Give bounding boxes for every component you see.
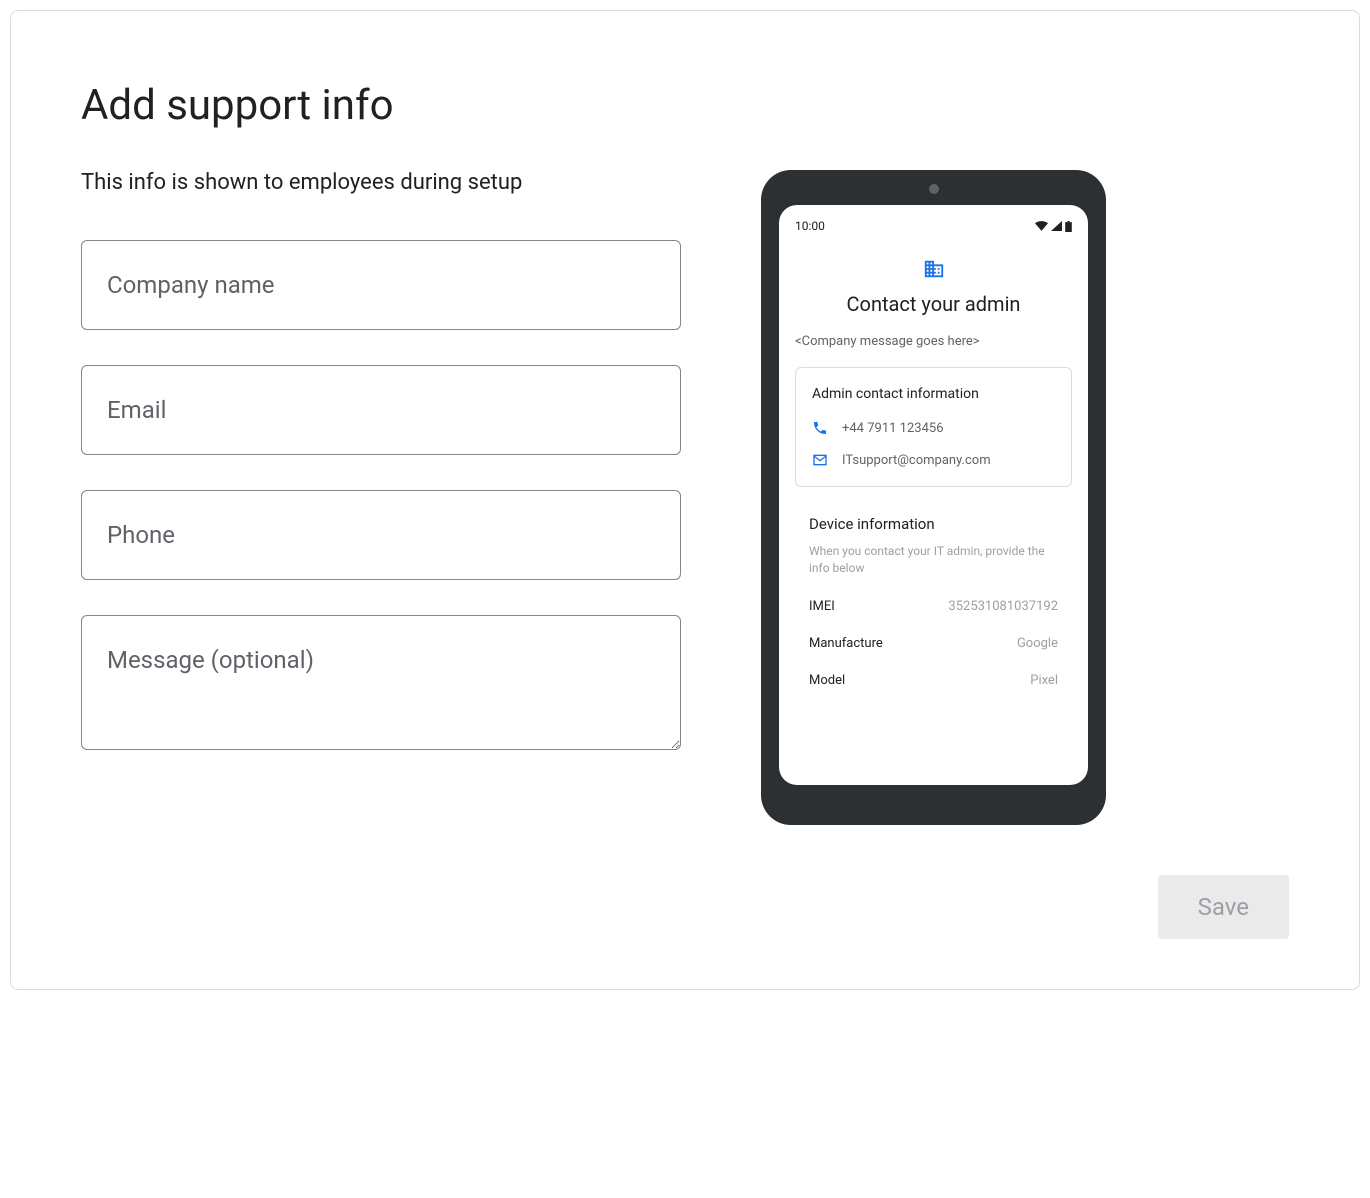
building-icon xyxy=(923,258,945,280)
admin-contact-card: Admin contact information +44 7911 12345… xyxy=(795,367,1072,487)
phone-icon xyxy=(812,420,828,436)
device-info-hint: When you contact your IT admin, provide … xyxy=(809,543,1058,577)
save-row: Save xyxy=(81,875,1289,939)
form-column: This info is shown to employees during s… xyxy=(81,170,681,789)
company-name-input[interactable] xyxy=(81,240,681,330)
device-value: 352531081037192 xyxy=(948,599,1058,614)
device-info-title: Device information xyxy=(809,515,1058,533)
phone-input[interactable] xyxy=(81,490,681,580)
device-info-section: Device information When you contact your… xyxy=(795,515,1072,688)
email-input[interactable] xyxy=(81,365,681,455)
phone-screen: 10:00 Contact your admin <Company messag… xyxy=(779,205,1088,785)
status-bar: 10:00 xyxy=(795,219,1072,233)
device-value: Pixel xyxy=(1030,673,1058,688)
contact-phone-row: +44 7911 123456 xyxy=(812,420,1055,436)
contact-email-value: ITsupport@company.com xyxy=(842,453,991,468)
status-time: 10:00 xyxy=(795,219,825,233)
battery-icon xyxy=(1065,221,1072,232)
signal-icon xyxy=(1051,221,1062,231)
device-label: Manufacture xyxy=(809,636,883,651)
screen-content: Contact your admin <Company message goes… xyxy=(795,258,1072,688)
admin-contact-title: Admin contact information xyxy=(812,386,1055,402)
device-label: Model xyxy=(809,673,845,688)
main-row: This info is shown to employees during s… xyxy=(81,170,1289,825)
preview-company-message: <Company message goes here> xyxy=(795,334,1072,349)
save-button[interactable]: Save xyxy=(1158,875,1289,939)
device-row: Model Pixel xyxy=(809,673,1058,688)
contact-email-row: ITsupport@company.com xyxy=(812,452,1055,468)
wifi-icon xyxy=(1035,221,1048,231)
contact-phone-value: +44 7911 123456 xyxy=(842,421,944,436)
message-textarea[interactable] xyxy=(81,615,681,750)
subtitle: This info is shown to employees during s… xyxy=(81,170,681,195)
status-icons xyxy=(1035,221,1072,232)
mail-icon xyxy=(812,452,828,468)
phone-frame: 10:00 Contact your admin <Company messag… xyxy=(761,170,1106,825)
phone-camera xyxy=(929,184,939,194)
support-info-card: Add support info This info is shown to e… xyxy=(10,10,1360,990)
device-value: Google xyxy=(1017,636,1058,651)
page-title: Add support info xyxy=(81,81,1289,130)
device-row: IMEI 352531081037192 xyxy=(809,599,1058,614)
device-label: IMEI xyxy=(809,599,835,614)
device-row: Manufacture Google xyxy=(809,636,1058,651)
preview-column: 10:00 Contact your admin <Company messag… xyxy=(761,170,1106,825)
preview-screen-title: Contact your admin xyxy=(795,292,1072,316)
